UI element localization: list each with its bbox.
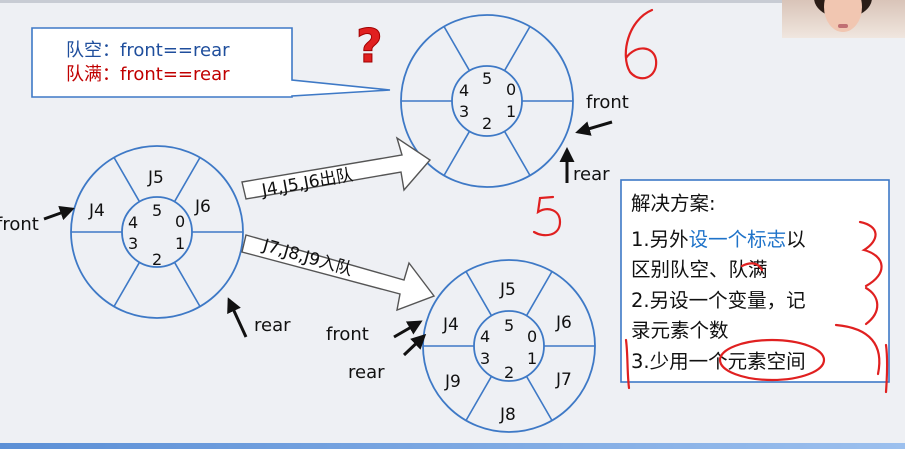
index-1: 1 [175, 234, 185, 253]
solution-line-5: 3.少用一个元素空间 [631, 350, 806, 373]
presenter-mouth [838, 24, 848, 28]
index-2: 2 [504, 363, 514, 382]
solution-line-2: 区别队空、队满 [631, 258, 768, 281]
rear-pointer-label-top: rear [573, 164, 610, 185]
index-0: 0 [506, 80, 516, 99]
front-arrow-top [575, 120, 613, 136]
cell-j9: J9 [444, 372, 461, 392]
front-pointer-label-left: front [0, 214, 39, 235]
index-4: 4 [128, 213, 138, 232]
circle-queue-bottom: J5 J6 J7 J8 J9 J4 5 0 1 2 3 4 [422, 259, 596, 433]
cell-j6: J6 [194, 197, 211, 217]
index-0: 0 [527, 327, 537, 346]
queue-diagram: 队空：front==rear 队满：front==rear ? 5 0 1 2 … [0, 8, 890, 433]
enqueue-label: J7,J8,J9入队 [260, 235, 355, 280]
solution-line-1: 1.另外设一个标志以 [631, 228, 806, 251]
front-arrow-bottom [393, 320, 423, 339]
index-1: 1 [527, 349, 537, 368]
cell-j6: J6 [555, 313, 572, 333]
dequeue-arrow: J4,J5,J6出队 [241, 136, 432, 201]
index-2: 2 [482, 114, 492, 133]
index-5: 5 [482, 69, 492, 88]
callout-box: 队空：front==rear 队满：front==rear [31, 27, 391, 98]
question-mark-icon: ? [356, 19, 384, 74]
cell-j5: J5 [499, 280, 516, 300]
queue-empty-label: 队空：front==rear [66, 40, 230, 61]
enqueue-arrow: J7,J8,J9入队 [241, 234, 436, 312]
rear-arrow-bottom [402, 333, 427, 357]
solution-title: 解决方案: [631, 192, 716, 215]
cell-j4: J4 [88, 201, 105, 221]
cell-j4: J4 [442, 315, 459, 335]
index-4: 4 [480, 327, 490, 346]
cell-j7: J7 [555, 370, 572, 390]
svg-text:?: ? [356, 19, 383, 73]
annotation-five: 5 [535, 229, 536, 231]
rear-pointer-label-left: rear [254, 315, 291, 336]
index-4: 4 [459, 81, 469, 100]
index-5: 5 [504, 316, 514, 335]
bottom-bar [0, 443, 905, 449]
webcam-overlay [782, 0, 905, 38]
cell-j8: J8 [499, 405, 516, 425]
solution-box: 解决方案: 1.另外设一个标志以 区别队空、队满 2.另设一个变量，记 录元素个… [620, 179, 890, 383]
rear-arrow-left [227, 297, 248, 338]
circle-queue-left: J5 J6 J4 5 0 1 2 3 4 [70, 145, 244, 319]
queue-full-label: 队满：front==rear [66, 64, 230, 85]
index-1: 1 [506, 102, 516, 121]
index-3: 3 [128, 234, 138, 253]
cell-j5: J5 [147, 168, 164, 188]
solution-line-4: 录元素个数 [631, 319, 729, 342]
index-0: 0 [175, 212, 185, 231]
solution-line-3: 2.另设一个变量，记 [631, 289, 806, 312]
index-2: 2 [152, 250, 162, 269]
index-3: 3 [459, 102, 469, 121]
index-3: 3 [480, 349, 490, 368]
front-pointer-label-bottom: front [326, 324, 369, 345]
front-pointer-label-top: front [586, 92, 629, 113]
index-5: 5 [152, 201, 162, 220]
rear-pointer-label-bottom: rear [348, 362, 385, 383]
front-arrow-left [43, 205, 75, 221]
annotation-six: 6 [617, 59, 618, 61]
